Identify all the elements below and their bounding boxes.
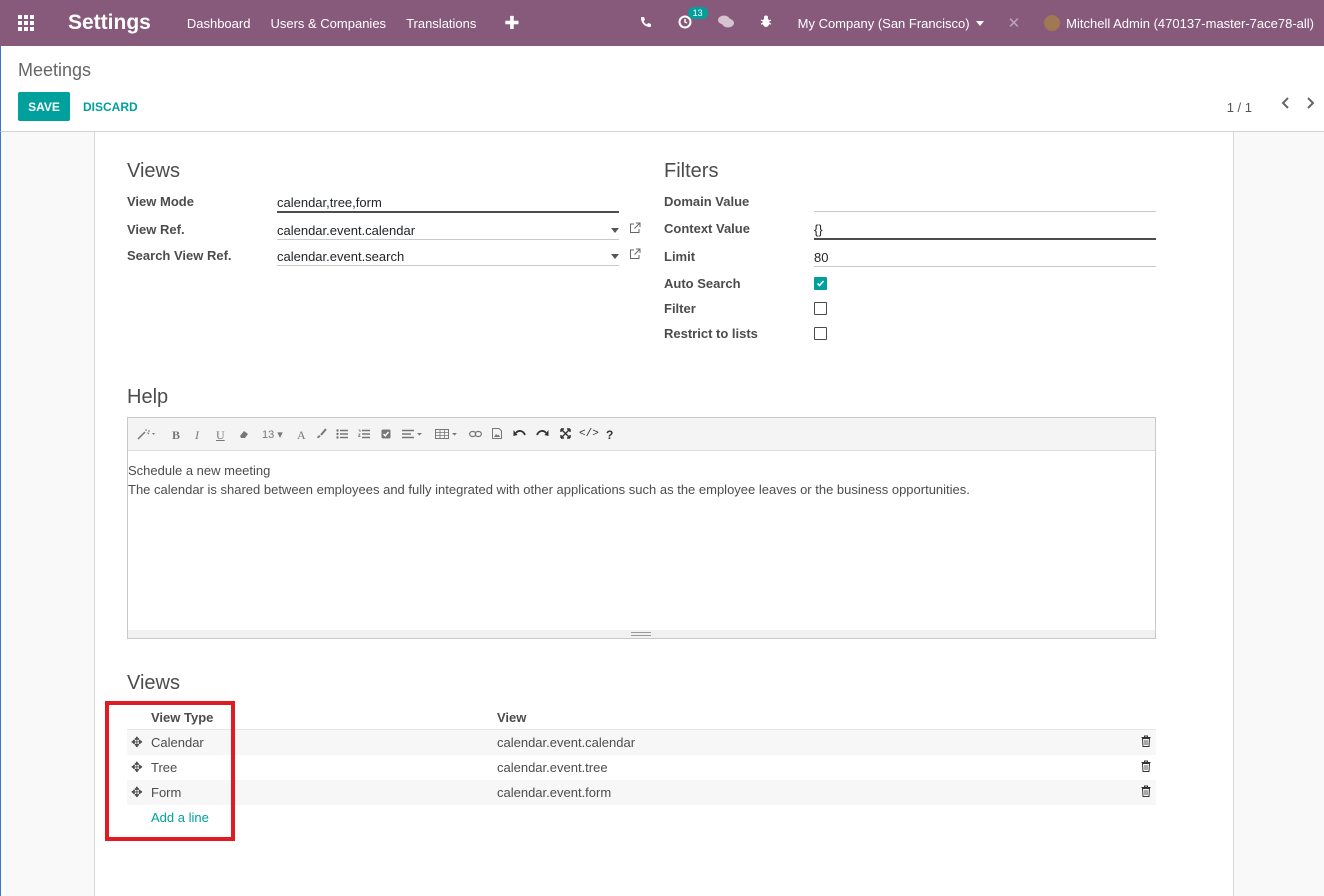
font-size-dropdown[interactable]: 13 ▾ <box>262 428 283 441</box>
code-view-icon[interactable]: </> <box>579 428 599 440</box>
help-content[interactable]: Schedule a new meeting The calendar is s… <box>128 461 970 499</box>
help-line-1: Schedule a new meeting <box>128 463 271 478</box>
menu-plus-icon[interactable]: ✚ <box>504 13 519 34</box>
font-size-value: 13 <box>262 429 275 441</box>
view-mode-field[interactable]: calendar,tree,form <box>277 195 382 210</box>
filter-label: Filter <box>664 301 696 316</box>
domain-value-underline <box>814 211 1156 212</box>
company-switcher[interactable]: My Company (San Francisco) <box>798 16 984 31</box>
search-view-ref-label: Search View Ref. <box>127 248 232 263</box>
editor-resize-handle[interactable] <box>128 630 1155 638</box>
auto-search-checkbox[interactable] <box>814 277 827 290</box>
limit-underline <box>814 266 1156 267</box>
search-view-ref-underline <box>277 265 619 266</box>
close-tools-icon[interactable]: ✕ <box>1008 14 1021 32</box>
grip-icon <box>631 632 651 636</box>
search-view-ref-dropdown-icon[interactable] <box>611 254 619 259</box>
view-cell: calendar.event.form <box>497 785 612 800</box>
context-value-underline <box>814 238 1156 240</box>
view-cell: calendar.event.tree <box>497 760 608 775</box>
trash-icon[interactable] <box>1141 735 1151 750</box>
auto-search-label: Auto Search <box>664 276 741 291</box>
activity-count-badge: 13 <box>687 6 708 19</box>
breadcrumb: Meetings <box>18 60 92 80</box>
eraser-icon[interactable] <box>239 428 249 442</box>
company-name: My Company (San Francisco) <box>797 15 970 31</box>
restrict-to-lists-label: Restrict to lists <box>664 326 758 341</box>
user-menu[interactable]: Mitchell Admin (470137-master-7ace78-all… <box>1044 15 1314 31</box>
checklist-icon[interactable] <box>381 428 391 442</box>
limit-label: Limit <box>664 249 696 264</box>
left-edge-accent <box>0 132 1 896</box>
app-title: Settings <box>68 11 151 34</box>
pager-next-icon[interactable] <box>1306 96 1316 115</box>
discard-button[interactable]: DISCARD <box>83 100 138 114</box>
table-row[interactable]: ✥ Tree calendar.event.tree <box>127 755 1156 780</box>
menu-dashboard[interactable]: Dashboard <box>187 16 251 31</box>
pager-value[interactable]: 1 / 1 <box>1227 100 1252 115</box>
debug-bug-icon[interactable] <box>760 15 772 31</box>
activity-clock-icon[interactable]: 13 <box>678 6 708 32</box>
image-icon[interactable] <box>492 428 502 442</box>
views-table-title: Views <box>127 672 180 694</box>
view-ref-label: View Ref. <box>127 222 185 237</box>
italic-icon[interactable]: I <box>195 428 199 443</box>
fullscreen-icon[interactable] <box>560 428 571 442</box>
pager-previous-icon[interactable] <box>1280 96 1290 115</box>
menu-users-companies[interactable]: Users & Companies <box>270 16 386 31</box>
view-cell: calendar.event.calendar <box>497 735 636 750</box>
bullet-list-icon[interactable] <box>336 428 348 442</box>
trash-icon[interactable] <box>1141 785 1151 800</box>
view-ref-external-link-icon[interactable] <box>629 222 641 234</box>
context-value-label: Context Value <box>664 221 750 236</box>
bold-icon[interactable]: B <box>172 428 180 443</box>
save-button[interactable]: SAVE <box>18 92 70 121</box>
table-row[interactable]: ✥ Form calendar.event.form <box>127 780 1156 805</box>
annotation-highlight-box <box>105 701 235 841</box>
column-header-view[interactable]: View <box>497 710 526 725</box>
undo-icon[interactable] <box>513 428 526 442</box>
editor-toolbar: B I U 13 ▾ A </> ? <box>128 418 1155 451</box>
help-question-icon[interactable]: ? <box>606 428 613 442</box>
restrict-to-lists-checkbox[interactable] <box>814 327 827 340</box>
filter-checkbox[interactable] <box>814 302 827 315</box>
view-mode-label: View Mode <box>127 194 194 209</box>
table-icon[interactable] <box>435 428 459 442</box>
avatar <box>1044 15 1061 31</box>
search-view-ref-field[interactable]: calendar.event.search <box>277 249 404 264</box>
view-mode-underline <box>277 211 619 213</box>
underline-icon[interactable]: U <box>216 428 225 443</box>
trash-icon[interactable] <box>1141 760 1151 775</box>
domain-value-label: Domain Value <box>664 194 750 209</box>
view-ref-dropdown-icon[interactable] <box>611 228 619 233</box>
magic-wand-icon[interactable] <box>136 428 156 443</box>
menu-translations[interactable]: Translations <box>406 16 476 31</box>
chat-icon[interactable] <box>717 15 734 31</box>
phone-icon[interactable] <box>640 15 652 31</box>
apps-menu-icon[interactable] <box>0 0 52 46</box>
help-editor[interactable]: B I U 13 ▾ A </> ? Schedule a new meetin… <box>127 417 1156 639</box>
view-ref-underline <box>277 239 619 240</box>
link-icon[interactable] <box>469 428 482 442</box>
control-panel: Meetings SAVE DISCARD 1 / 1 <box>0 46 1324 132</box>
help-line-2: The calendar is shared between employees… <box>128 482 970 497</box>
user-name: Mitchell Admin (470137-master-7ace78-all… <box>1066 16 1314 31</box>
limit-field[interactable]: 80 <box>814 250 828 265</box>
views-group-title: Views <box>127 160 180 182</box>
search-view-ref-external-link-icon[interactable] <box>629 248 641 260</box>
redo-icon[interactable] <box>536 428 549 442</box>
paragraph-align-icon[interactable] <box>402 428 424 442</box>
numbered-list-icon[interactable] <box>357 428 370 442</box>
help-title: Help <box>127 386 169 408</box>
chevron-down-icon <box>975 20 984 26</box>
paint-brush-icon[interactable] <box>316 428 327 442</box>
font-color-icon[interactable]: A <box>297 428 306 443</box>
context-value-field[interactable]: {} <box>814 222 823 237</box>
table-row[interactable]: ✥ Calendar calendar.event.calendar <box>127 730 1156 755</box>
view-ref-field[interactable]: calendar.event.calendar <box>277 223 415 238</box>
top-navbar: Settings Dashboard Users & Companies Tra… <box>0 0 1324 46</box>
filters-group-title: Filters <box>664 160 719 182</box>
